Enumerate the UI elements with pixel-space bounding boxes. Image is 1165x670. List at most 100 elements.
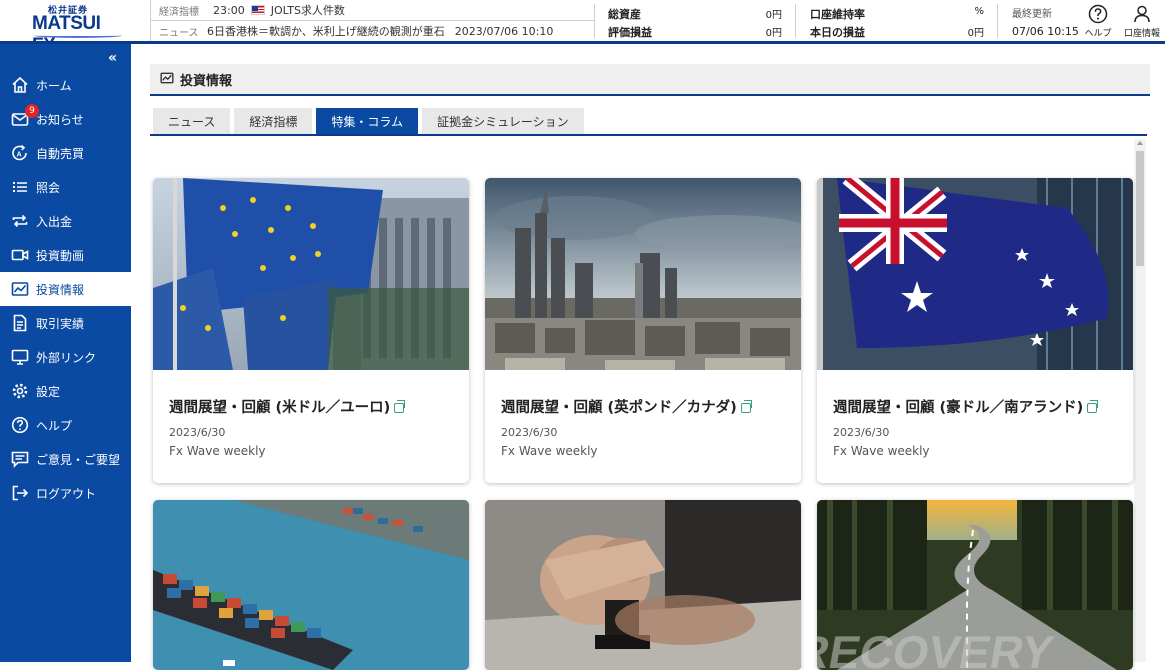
sidebar-item-settings[interactable]: 設定 — [0, 374, 131, 408]
last-update-time: 07/06 10:15 — [1012, 25, 1079, 38]
sidebar-item-label: ホーム — [36, 78, 72, 93]
today-pl-label: 本日の損益 — [810, 26, 865, 39]
ticker-economic-label: 経済指標 — [159, 6, 199, 18]
sidebar-item-external-links[interactable]: 外部リンク — [0, 340, 131, 374]
sidebar-item-help[interactable]: ヘルプ — [0, 408, 131, 442]
article-source: Fx Wave weekly — [501, 444, 598, 458]
today-pl-value: 0円 — [967, 28, 984, 39]
page-title-bar: 投資情報 — [150, 64, 1150, 96]
sidebar-item-label: ログアウト — [36, 486, 97, 501]
logout-icon — [10, 483, 30, 503]
article-date: 2023/6/30 — [833, 426, 890, 439]
margin-rate-value: % — [974, 6, 984, 17]
video-camera-icon — [10, 245, 30, 265]
article-title[interactable]: 週間展望・回顧 (豪ドル／南アランド) — [833, 396, 1099, 417]
sidebar-item-deposit[interactable]: 入出金 — [0, 204, 131, 238]
article-image-recovery-road: RECOVERY — [817, 500, 1133, 670]
sidebar-item-label: 投資動画 — [36, 248, 85, 263]
last-update-label: 最終更新 — [1012, 9, 1052, 20]
main-content: 投資情報 ニュース 経済指標 特集・コラム 証拠金シミュレーション 週間展望・回… — [131, 44, 1165, 670]
sidebar-item-auto-trade[interactable]: A 自動売買 — [0, 136, 131, 170]
account-button-label: 口座情報 — [1123, 29, 1160, 39]
today-pl-stat: 本日の損益 0円 — [810, 24, 984, 40]
sidebar-item-notices[interactable]: 9 お知らせ — [0, 102, 131, 136]
external-link-icon — [394, 400, 406, 413]
valuation-label: 評価損益 — [608, 26, 652, 39]
sidebar-item-label: 入出金 — [36, 214, 73, 229]
tab-economic-indicators[interactable]: 経済指標 — [234, 108, 313, 135]
external-link-icon — [1087, 400, 1099, 413]
article-image-stamp — [485, 500, 801, 670]
article-title-text: 週間展望・回顧 (米ドル／ユーロ) — [169, 400, 391, 416]
sidebar-item-label: ご意見・ご要望 — [36, 452, 121, 467]
sidebar-item-label: ヘルプ — [36, 418, 73, 433]
scrollbar[interactable] — [1134, 139, 1146, 662]
sidebar: « ホーム 9 お知らせ A 自動売買 照会 入出金 投資動画 投資情報 取引実… — [0, 44, 131, 662]
header-divider — [594, 4, 595, 38]
sidebar-item-inquiry[interactable]: 照会 — [0, 170, 131, 204]
sidebar-item-label: 投資情報 — [36, 282, 85, 297]
home-icon — [10, 75, 30, 95]
us-flag-icon — [250, 5, 265, 15]
sidebar-item-label: お知らせ — [36, 112, 84, 127]
help-button[interactable]: ヘルプ — [1078, 4, 1118, 39]
article-card[interactable] — [485, 500, 801, 670]
valuation-value: 0円 — [765, 28, 782, 39]
question-icon — [10, 415, 30, 435]
tab-news[interactable]: ニュース — [153, 108, 231, 135]
matsui-fx-logo[interactable]: 松井証券 MATSUI FX — [30, 3, 126, 56]
sidebar-item-videos[interactable]: 投資動画 — [0, 238, 131, 272]
article-title[interactable]: 週間展望・回顧 (米ドル／ユーロ) — [169, 396, 406, 417]
sidebar-item-feedback[interactable]: ご意見・ご要望 — [0, 442, 131, 476]
app-header: 松井証券 MATSUI FX 経済指標 23:00 JOLTS求人件数 ニュース… — [0, 0, 1165, 56]
ticker-news-row[interactable]: ニュース 6日香港株＝軟調か、米利上げ継続の観測が重石 2023/07/06 1… — [159, 21, 553, 41]
sidebar-item-label: 照会 — [36, 180, 61, 195]
article-image-eu-flags — [153, 178, 469, 370]
ticker-economic-row[interactable]: 経済指標 23:00 JOLTS求人件数 — [159, 0, 345, 20]
total-assets-label: 総資産 — [608, 8, 641, 21]
sidebar-item-logout[interactable]: ログアウト — [0, 476, 131, 510]
last-update: 最終更新 07/06 10:15 — [1012, 5, 1079, 38]
sidebar-item-investment-info[interactable]: 投資情報 — [0, 272, 131, 306]
scroll-up-arrow-icon[interactable] — [1137, 141, 1143, 145]
list-icon — [10, 177, 30, 197]
article-card[interactable] — [153, 500, 469, 670]
help-button-label: ヘルプ — [1084, 29, 1112, 39]
article-title[interactable]: 週間展望・回顧 (英ポンド／カナダ) — [501, 396, 752, 417]
ticker-panel: 経済指標 23:00 JOLTS求人件数 ニュース 6日香港株＝軟調か、米利上げ… — [150, 0, 594, 41]
article-card[interactable]: RECOVERY — [817, 500, 1133, 670]
article-image-container-port — [153, 500, 469, 670]
question-icon — [1088, 4, 1108, 24]
tab-features-columns[interactable]: 特集・コラム — [316, 108, 419, 135]
sidebar-item-trade-results[interactable]: 取引実績 — [0, 306, 131, 340]
tab-margin-simulation[interactable]: 証拠金シミュレーション — [422, 108, 584, 135]
article-title-text: 週間展望・回顧 (英ポンド／カナダ) — [501, 400, 737, 416]
tab-bar: ニュース 経済指標 特集・コラム 証拠金シミュレーション — [153, 108, 588, 135]
sidebar-item-label: 外部リンク — [36, 350, 97, 365]
article-date: 2023/6/30 — [169, 426, 226, 439]
person-icon — [1134, 5, 1150, 23]
ticker-news-label: ニュース — [159, 27, 199, 39]
article-card[interactable]: 週間展望・回顧 (米ドル／ユーロ) 2023/6/30 Fx Wave week… — [153, 178, 469, 483]
ticker-news-timestamp: 2023/07/06 10:10 — [454, 24, 554, 38]
comment-icon — [10, 449, 30, 469]
sidebar-item-home[interactable]: ホーム — [0, 68, 131, 102]
header-divider — [795, 4, 796, 38]
tab-underline — [150, 134, 1147, 136]
external-link-icon — [740, 400, 752, 413]
article-card[interactable]: 週間展望・回顧 (英ポンド／カナダ) 2023/6/30 Fx Wave wee… — [485, 178, 801, 483]
chart-image-icon — [10, 279, 30, 299]
ticker-news-text: 6日香港株＝軟調か、米利上げ継続の観測が重石 — [207, 25, 445, 38]
scrollbar-thumb[interactable] — [1136, 151, 1144, 266]
total-assets-value: 0円 — [765, 10, 782, 21]
article-card[interactable]: 週間展望・回顧 (豪ドル／南アランド) 2023/6/30 Fx Wave we… — [817, 178, 1133, 483]
recovery-road-text: RECOVERY — [817, 626, 1057, 670]
sidebar-collapse-icon[interactable]: « — [108, 50, 117, 66]
header-divider — [997, 4, 998, 38]
gear-icon — [10, 381, 30, 401]
sidebar-item-label: 取引実績 — [36, 316, 85, 331]
account-button[interactable]: 口座情報 — [1122, 4, 1162, 39]
page-title: 投資情報 — [180, 73, 233, 89]
ticker-economic-time: 23:00 — [213, 3, 245, 17]
chart-image-icon — [160, 70, 174, 89]
